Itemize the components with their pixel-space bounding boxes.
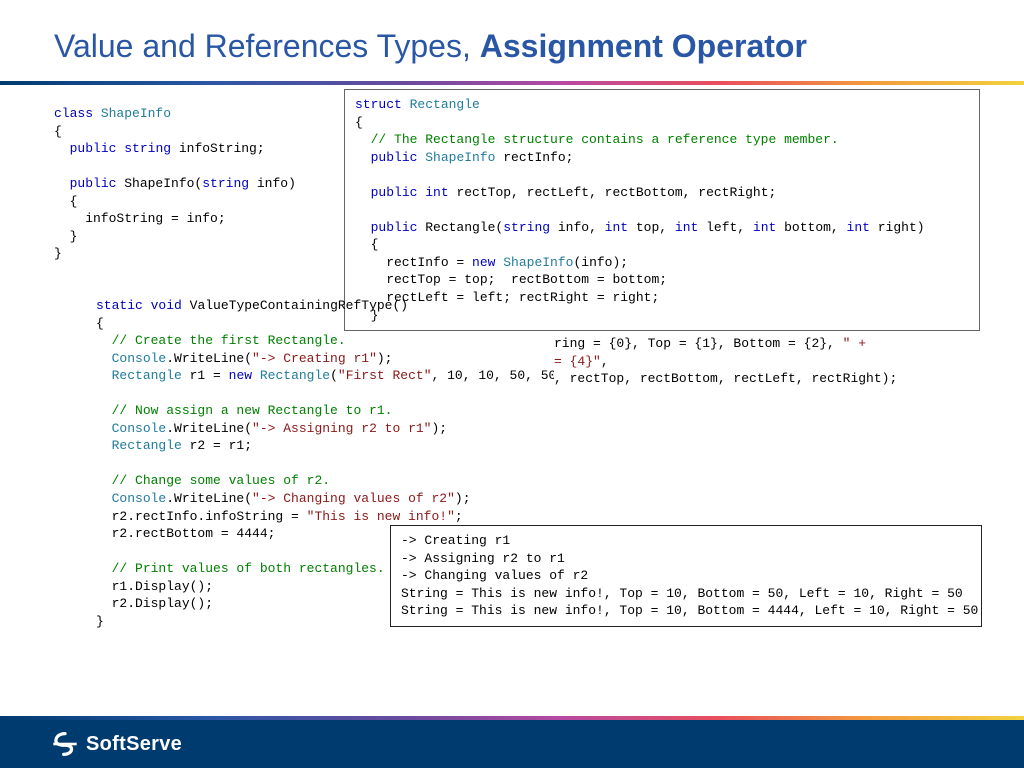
brand-text: SoftServe — [86, 733, 182, 756]
title-bold: Assignment Operator — [480, 28, 807, 64]
footer: SoftServe — [0, 720, 1024, 768]
title-light: Value and References Types, — [54, 28, 480, 64]
console-output: -> Creating r1 -> Assigning r2 to r1 -> … — [390, 525, 982, 627]
logo-icon — [52, 731, 78, 757]
code-shapeinfo: class ShapeInfo { public string infoStri… — [54, 105, 296, 263]
slide-title: Value and References Types, Assignment O… — [0, 0, 1024, 81]
slide-content: class ShapeInfo { public string infoStri… — [0, 85, 1024, 659]
code-overlap-fragment: ring = {0}, Top = {1}, Bottom = {2}, " +… — [554, 335, 897, 388]
code-rectangle-struct: struct Rectangle { // The Rectangle stru… — [344, 89, 980, 331]
brand-logo: SoftServe — [52, 731, 182, 757]
